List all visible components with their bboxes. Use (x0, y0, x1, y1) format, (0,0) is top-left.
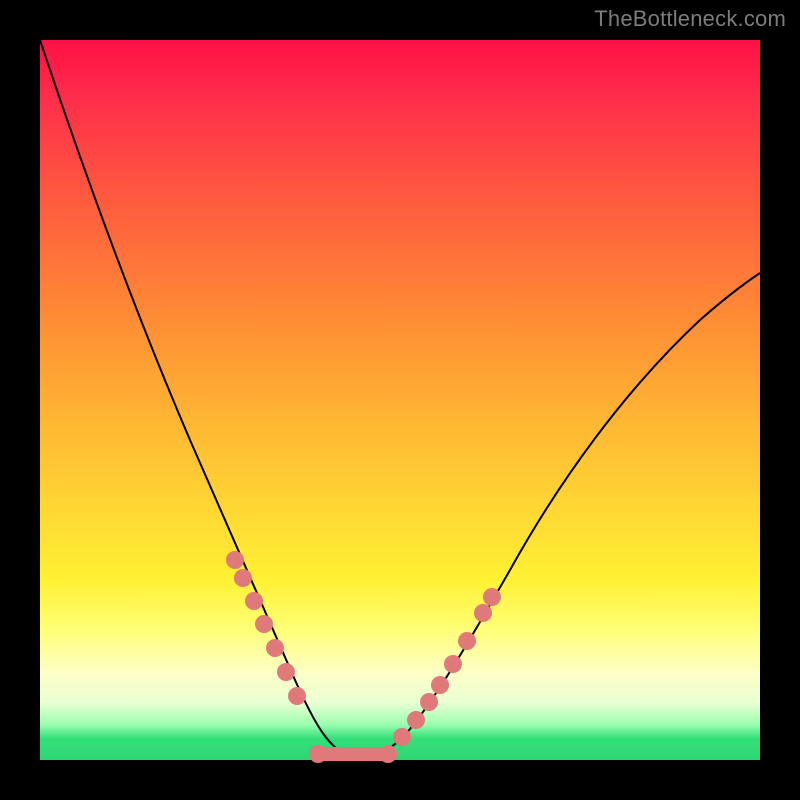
watermark-text: TheBottleneck.com (594, 6, 786, 32)
curve-path (40, 40, 760, 757)
plot-area (40, 40, 760, 760)
marker-beads-left (226, 551, 306, 705)
marker-bottom-segment (309, 745, 397, 763)
marker-beads-right (393, 588, 501, 746)
chart-frame: TheBottleneck.com (0, 0, 800, 800)
bottleneck-curve (40, 40, 760, 760)
